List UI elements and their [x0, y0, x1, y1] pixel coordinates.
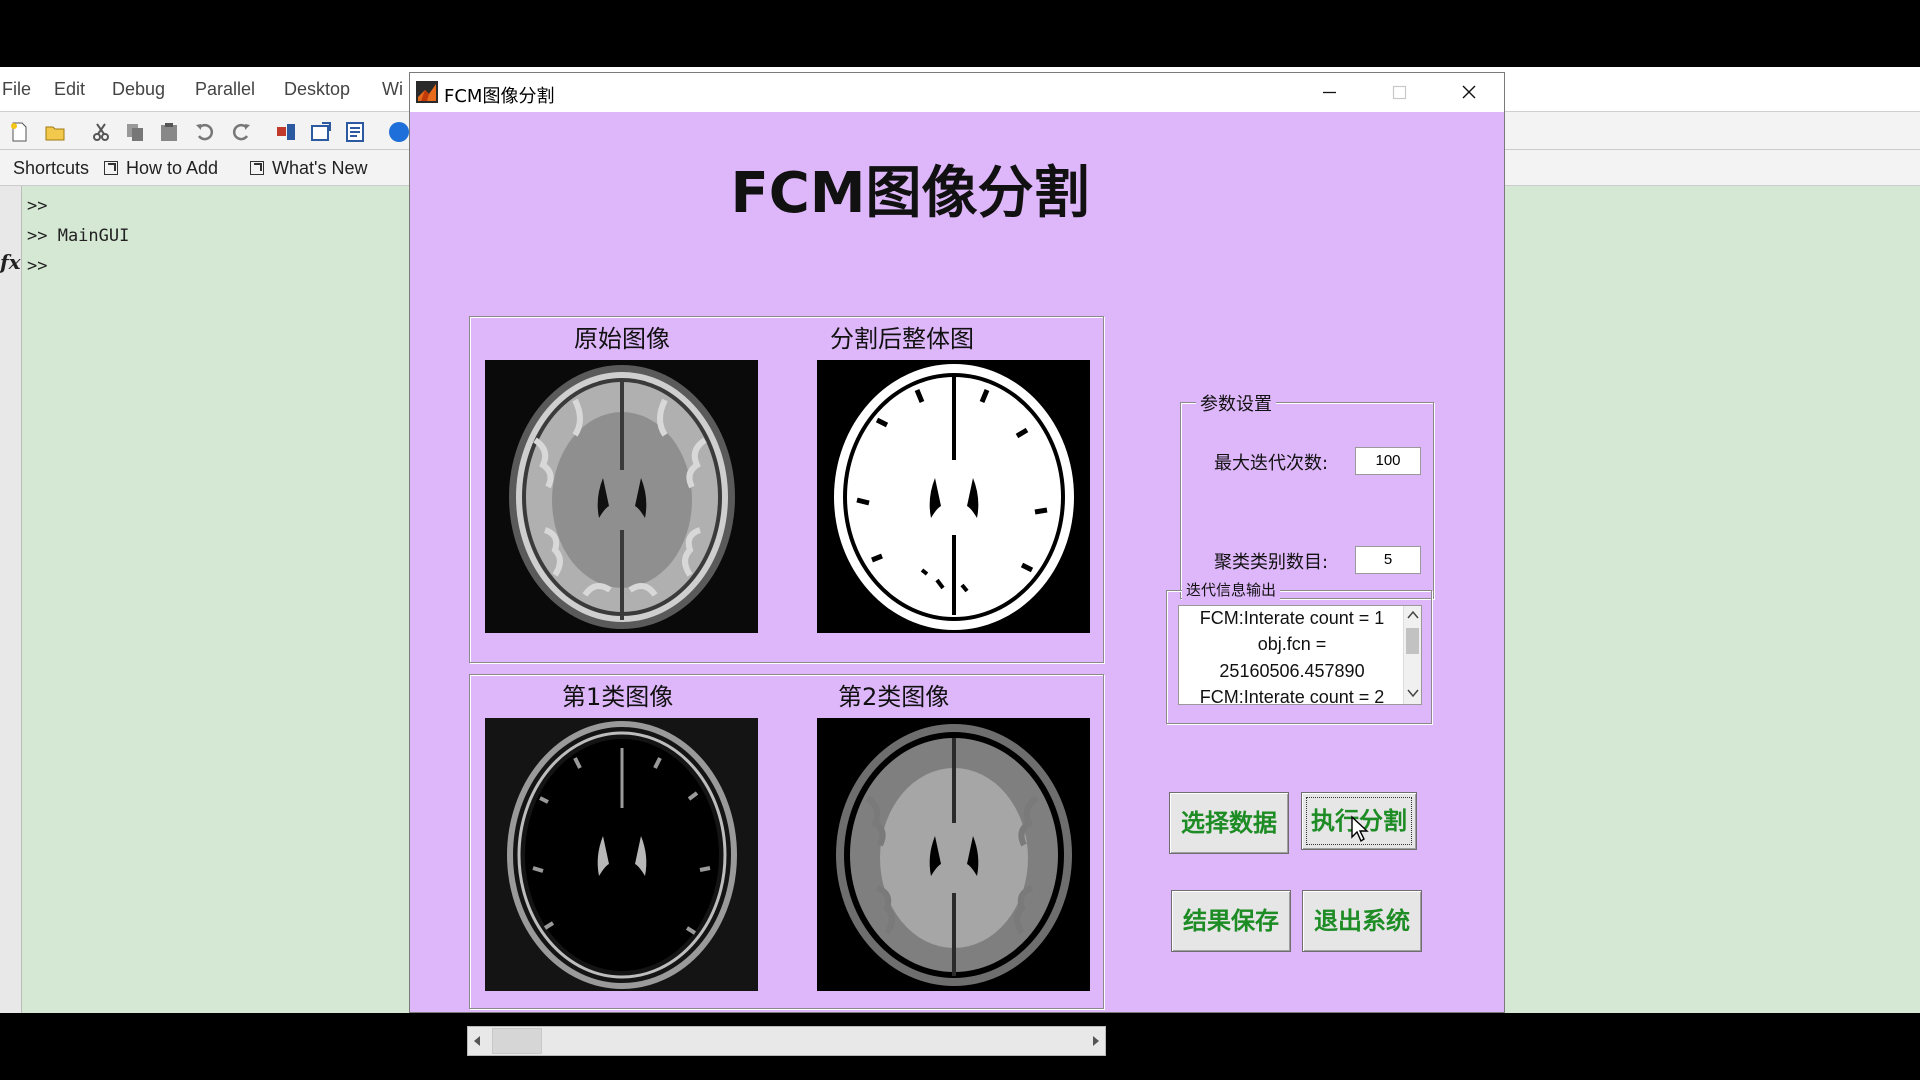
command-prompt-active[interactable]: >> [27, 256, 47, 276]
fcm-window: FCM图像分割 FCM图像分割 原始图像 分割后整体图 第1类图像 第2类图像 … [409, 72, 1505, 1056]
scroll-down-icon[interactable] [1407, 688, 1419, 698]
class2-image-label: 第2类图像 [838, 683, 950, 711]
menu-file[interactable]: File [2, 79, 31, 100]
copy-icon[interactable] [124, 121, 146, 143]
horizontal-scrollbar[interactable] [467, 1026, 1106, 1056]
class1-image-label: 第1类图像 [562, 683, 674, 711]
close-icon[interactable] [1434, 73, 1504, 112]
top-image-panel: 原始图像 分割后整体图 [469, 316, 1104, 663]
fx-icon[interactable]: fx [0, 250, 21, 274]
mouse-cursor-icon [1351, 815, 1369, 843]
list-item: 25160506.457890 [1219, 661, 1365, 681]
listbox-scrollbar[interactable] [1403, 606, 1421, 704]
listbox-scroll-thumb[interactable] [1406, 628, 1419, 654]
exit-system-button[interactable]: 退出系统 [1302, 890, 1422, 952]
menu-window[interactable]: Wi [382, 79, 403, 100]
save-result-button[interactable]: 结果保存 [1171, 890, 1291, 952]
menu-desktop[interactable]: Desktop [284, 79, 350, 100]
shortcut-whats-new[interactable]: What's New [250, 158, 367, 179]
command-line-maingui: >> MainGUI [27, 226, 130, 246]
simulink-icon[interactable] [275, 121, 297, 143]
command-prompt: >> [27, 196, 48, 216]
segmented-brain-image [817, 360, 1090, 633]
segmented-image-label: 分割后整体图 [830, 325, 974, 353]
window-titlebar[interactable]: FCM图像分割 [410, 73, 1504, 112]
bottom-image-panel: 第1类图像 第2类图像 [469, 674, 1104, 1009]
profiler-icon[interactable] [344, 121, 366, 143]
clusters-label: 聚类类别数目: [1214, 552, 1329, 573]
shortcut-how-to-add-label: How to Add [126, 158, 219, 178]
params-group-title: 参数设置 [1196, 390, 1276, 416]
original-image-label: 原始图像 [574, 325, 670, 353]
undo-icon[interactable] [194, 121, 216, 143]
open-folder-icon[interactable] [44, 121, 66, 143]
cut-icon[interactable] [90, 121, 112, 143]
page-title: FCM图像分割 [730, 161, 1090, 226]
help-icon[interactable] [388, 121, 410, 143]
original-brain-image [485, 360, 758, 633]
max-iter-label: 最大迭代次数: [1214, 453, 1329, 474]
matlab-logo-icon [416, 81, 438, 103]
window-body: FCM图像分割 原始图像 分割后整体图 第1类图像 第2类图像 参数设置 最大迭… [410, 112, 1504, 1056]
shortcuts-label[interactable]: Shortcuts [13, 158, 89, 179]
list-item: FCM:Interate count = 2 [1199, 687, 1385, 705]
shortcut-how-to-add[interactable]: How to Add [104, 158, 218, 179]
window-title: FCM图像分割 [444, 86, 555, 107]
clusters-input[interactable]: 5 [1355, 546, 1421, 574]
shortcut-whats-new-label: What's New [272, 158, 368, 178]
iteration-output-title: 迭代信息输出 [1182, 579, 1281, 600]
list-item: obj.fcn = [1257, 634, 1327, 654]
maximize-icon[interactable] [1364, 73, 1434, 112]
command-window-gutter [0, 186, 22, 1013]
max-iter-input[interactable]: 100 [1355, 447, 1421, 475]
guide-icon[interactable] [310, 121, 332, 143]
menu-debug[interactable]: Debug [112, 79, 165, 100]
shortcut-link-icon [104, 161, 118, 175]
menu-edit[interactable]: Edit [54, 79, 85, 100]
select-data-button[interactable]: 选择数据 [1169, 792, 1289, 854]
new-file-icon[interactable] [8, 121, 30, 143]
params-groupbox: 参数设置 最大迭代次数: 100 聚类类别数目: 5 [1180, 390, 1434, 599]
scroll-left-icon[interactable] [472, 1035, 482, 1047]
shortcut-link-icon [250, 161, 264, 175]
list-item: FCM:Interate count = 1 [1199, 608, 1385, 628]
menu-parallel[interactable]: Parallel [195, 79, 255, 100]
minimize-icon[interactable] [1294, 73, 1364, 112]
iteration-output-listbox[interactable]: FCM:Interate count = 1 obj.fcn = 2516050… [1178, 605, 1422, 705]
horizontal-scroll-thumb[interactable] [492, 1028, 542, 1054]
scroll-up-icon[interactable] [1407, 610, 1419, 620]
class1-brain-image [485, 718, 758, 991]
paste-icon[interactable] [158, 121, 180, 143]
class2-brain-image [817, 718, 1090, 991]
scroll-right-icon[interactable] [1091, 1035, 1101, 1047]
redo-icon[interactable] [230, 121, 252, 143]
